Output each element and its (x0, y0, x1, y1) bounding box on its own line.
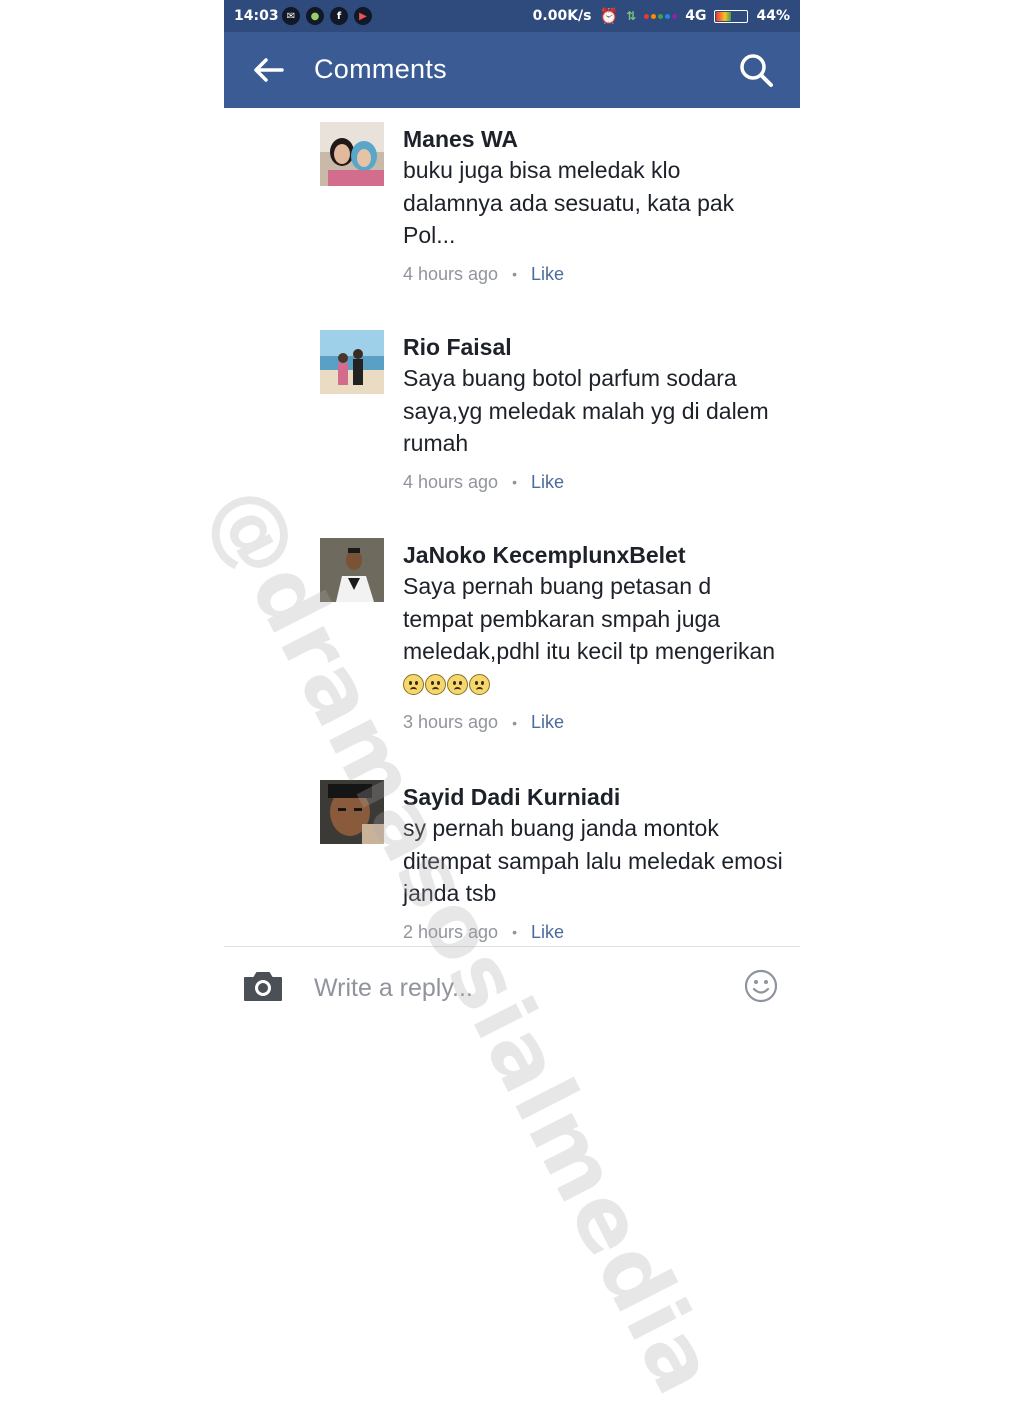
status-right: 0.00K/s ⏰ ⇅ 4G 44% (533, 8, 790, 24)
reply-input[interactable] (312, 967, 716, 1009)
comment-meta: 4 hours ago • Like (403, 472, 783, 493)
comment-text: Saya buang botol parfum sodara saya,yg m… (403, 365, 769, 456)
arrow-left-icon[interactable] (252, 56, 284, 84)
facebook-icon: f (330, 7, 348, 25)
messenger-icon: ✉ (282, 7, 300, 25)
battery-icon (714, 9, 749, 23)
crying-face-emoji (425, 673, 446, 695)
like-button[interactable]: Like (531, 712, 564, 733)
comment-time[interactable]: 2 hours ago (403, 922, 498, 943)
meta-separator: • (512, 266, 517, 282)
avatar[interactable] (320, 330, 384, 394)
camera-icon[interactable] (242, 969, 284, 1003)
data-arrows-icon: ⇅ (626, 9, 637, 23)
crying-face-emoji (403, 673, 424, 695)
crying-face-emoji (469, 673, 490, 695)
battery-fill (716, 11, 731, 21)
comment-text: buku juga bisa meledak klo dalamnya ada … (403, 157, 735, 248)
alarm-icon: ⏰ (599, 7, 619, 25)
meta-separator: • (512, 924, 517, 940)
page-title: Comments (314, 54, 447, 84)
battery-percent: 44% (756, 8, 790, 24)
youtube-icon: ▶ (354, 7, 372, 25)
comment-time[interactable]: 3 hours ago (403, 712, 498, 733)
app-header: Comments (224, 32, 800, 108)
crying-face-emoji (447, 673, 468, 695)
meta-separator: • (512, 474, 517, 490)
comment-text: sy pernah buang janda montok ditempat sa… (403, 815, 783, 906)
comment-author[interactable]: Rio Faisal (403, 332, 783, 362)
reply-bar (224, 946, 800, 1024)
status-time: 14:03 (234, 8, 279, 24)
comment-meta: 4 hours ago • Like (403, 264, 783, 285)
avatar[interactable] (320, 538, 384, 602)
comment-author[interactable]: Sayid Dadi Kurniadi (403, 782, 783, 812)
comment-text-content: Saya pernah buang petasan d tempat pembk… (403, 573, 776, 664)
avatar[interactable] (320, 780, 384, 844)
like-button[interactable]: Like (531, 264, 564, 285)
android-icon: ● (306, 7, 324, 25)
comment-time[interactable]: 4 hours ago (403, 264, 498, 285)
emoji-group (403, 671, 491, 697)
avatar[interactable] (320, 122, 384, 186)
signal-icon (644, 13, 678, 19)
status-bar: 14:03 ✉ ● f ▶ 0.00K/s ⏰ ⇅ 4G 44% (224, 0, 800, 32)
comment-time[interactable]: 4 hours ago (403, 472, 498, 493)
comment-author[interactable]: Manes WA (403, 124, 783, 154)
like-button[interactable]: Like (531, 472, 564, 493)
like-button[interactable]: Like (531, 922, 564, 943)
comment-meta: 3 hours ago • Like (403, 712, 783, 733)
comment-author[interactable]: JaNoko KecemplunxBelet (403, 540, 783, 570)
network-type: 4G (685, 8, 707, 24)
comment-text: Saya pernah buang petasan d tempat pembk… (403, 570, 783, 700)
comment-meta: 2 hours ago • Like (403, 922, 783, 943)
phone-screen: 14:03 ✉ ● f ▶ 0.00K/s ⏰ ⇅ 4G 44% Comment… (224, 0, 800, 1024)
meta-separator: • (512, 714, 517, 731)
net-speed: 0.00K/s (532, 8, 592, 24)
notification-icons: ✉ ● f ▶ (282, 7, 372, 25)
search-icon[interactable] (738, 52, 774, 88)
smiley-icon[interactable] (744, 969, 778, 1003)
